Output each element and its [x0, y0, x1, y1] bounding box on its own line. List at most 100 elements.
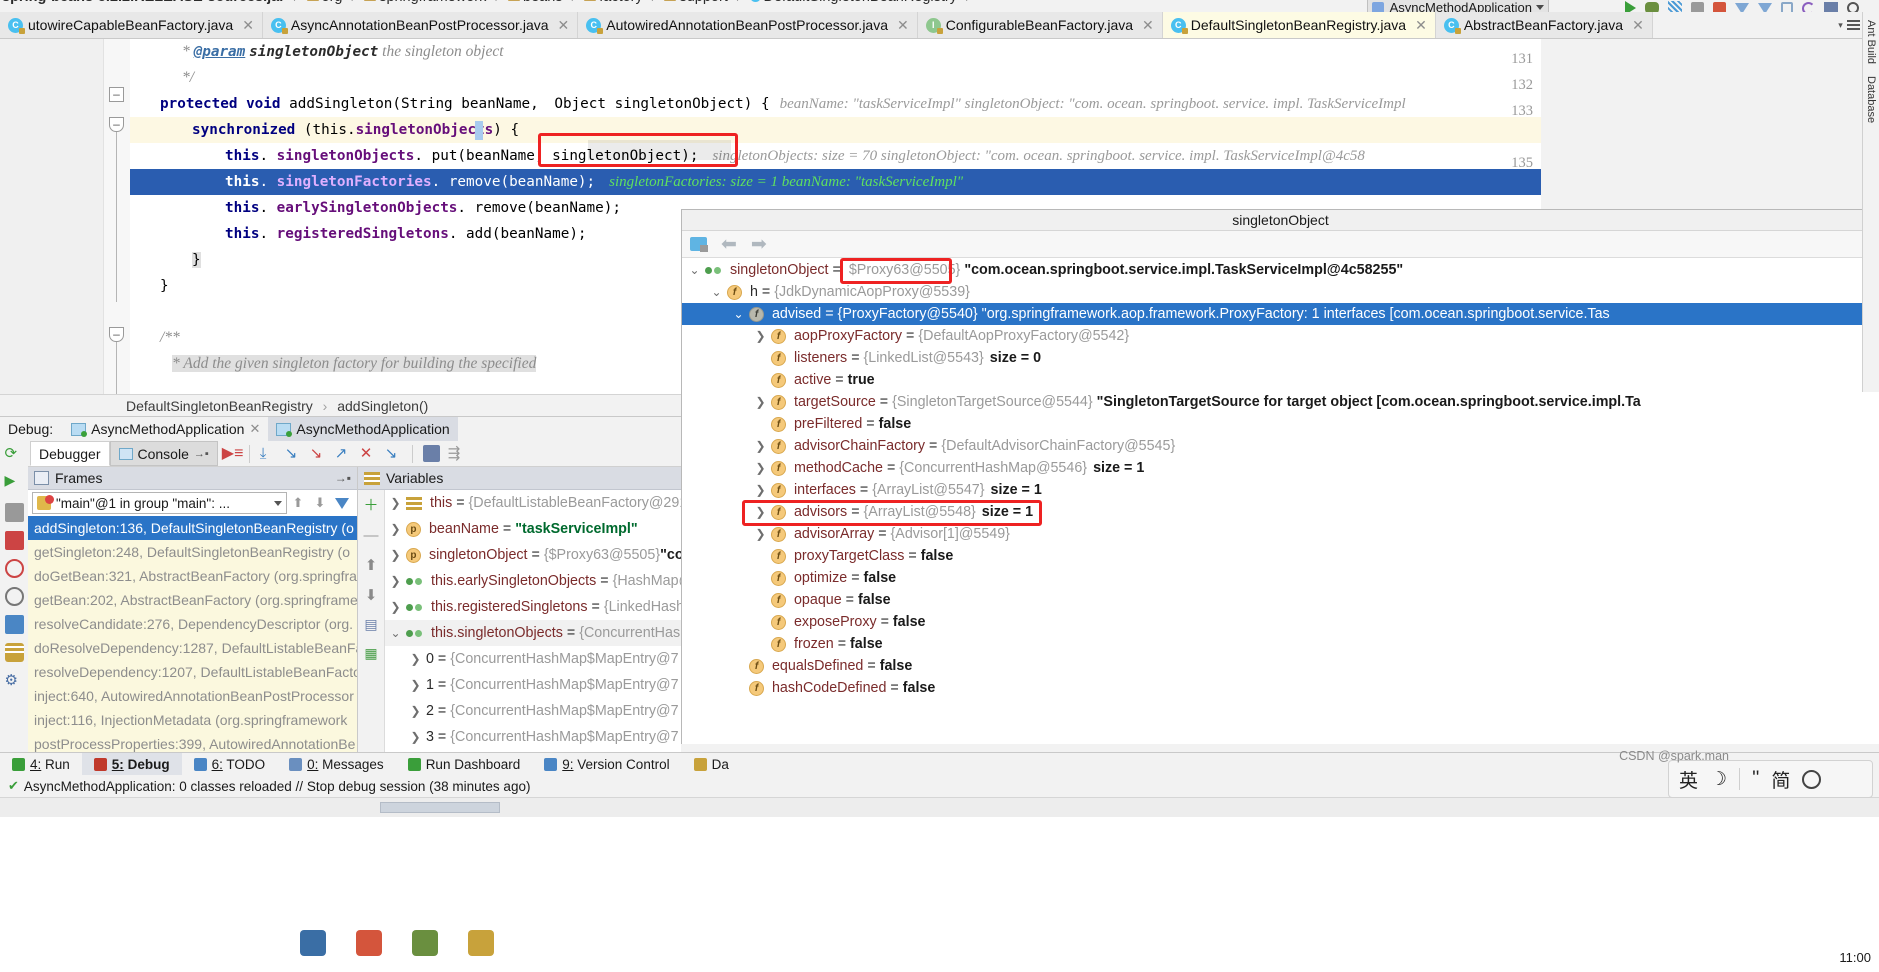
variable-row[interactable]: ❯ this.earlySingletonObjects = {HashMap@…: [385, 568, 681, 594]
variable-row[interactable]: ❯ 2 = {ConcurrentHashMap$MapEntry@7: [385, 698, 681, 724]
inspector-row-preFiltered[interactable]: f preFiltered = false: [682, 413, 1879, 435]
editor-tab-2[interactable]: C AutowiredAnnotationBeanPostProcessor.j…: [578, 12, 918, 38]
close-icon[interactable]: ✕: [1415, 17, 1427, 34]
breadcrumb-seg-class[interactable]: DefaultSingletonBeanRegistry: [764, 0, 957, 4]
close-icon[interactable]: ✕: [897, 17, 909, 34]
variable-row[interactable]: ❯ p singletonObject = {$Proxy63@5505}"co…: [385, 542, 681, 568]
twisty-collapsed-icon[interactable]: ❯: [409, 646, 422, 672]
fold-marker[interactable]: –: [109, 327, 124, 342]
close-icon[interactable]: ✕: [249, 421, 260, 437]
inspector-row-advisorArray[interactable]: ❯ f advisorArray = {Advisor[1]@5549}: [682, 523, 1879, 545]
tool-button-messages[interactable]: 0: Messages: [277, 753, 396, 776]
inspector-tree[interactable]: ⌄ singletonObject = $Proxy63@5505} "com.o…: [682, 258, 1879, 744]
frame-down-icon[interactable]: ⬇: [312, 495, 328, 511]
inspector-row-opaque[interactable]: f opaque = false: [682, 589, 1879, 611]
step-into-icon[interactable]: ↘: [285, 445, 302, 462]
twisty-collapsed-icon[interactable]: ❯: [754, 479, 767, 501]
twisty-collapsed-icon[interactable]: ❯: [389, 568, 402, 594]
tool-button-todo[interactable]: 6: TODO: [182, 753, 278, 776]
variable-row[interactable]: ❯ this.registeredSingletons = {LinkedHas…: [385, 594, 681, 620]
ime-simplified[interactable]: 简: [1771, 766, 1790, 793]
frame-row[interactable]: getBean:202, AbstractBeanFactory (org.sp…: [28, 588, 357, 612]
twisty-collapsed-icon[interactable]: ❯: [389, 516, 402, 542]
fold-marker[interactable]: –: [109, 87, 124, 102]
ime-moon-icon[interactable]: ☽: [1710, 768, 1727, 791]
twisty-expanded-icon[interactable]: ⌄: [688, 259, 701, 281]
tab-debugger[interactable]: Debugger: [30, 441, 110, 466]
breadcrumb-method[interactable]: addSingleton(): [337, 398, 428, 414]
inspector-row-targetSource[interactable]: ❯ f targetSource = {SingletonTargetSourc…: [682, 391, 1879, 413]
inspector-row-listeners[interactable]: f listeners = {LinkedList@5543} size = 0: [682, 347, 1879, 369]
inspector-row-advised[interactable]: ⌄ f advised = {ProxyFactory@5540} "org.sp…: [682, 303, 1879, 325]
evaluate-expression-icon[interactable]: [422, 445, 440, 462]
tool-button-run-dashboard[interactable]: Run Dashboard: [396, 753, 533, 776]
breadcrumb-class[interactable]: DefaultSingletonBeanRegistry: [126, 398, 313, 414]
mute-breakpoints-icon[interactable]: [4, 587, 24, 606]
stop-icon[interactable]: [4, 531, 24, 550]
inspector-row-frozen[interactable]: f frozen = false: [682, 633, 1879, 655]
ime-language[interactable]: 英: [1679, 766, 1698, 793]
twisty-collapsed-icon[interactable]: ❯: [409, 724, 422, 750]
inspector-row-active[interactable]: f active = true: [682, 369, 1879, 391]
breadcrumb-seg-org[interactable]: org: [322, 0, 343, 4]
frame-up-icon[interactable]: ⬆: [290, 495, 306, 511]
twisty-collapsed-icon[interactable]: ❯: [409, 698, 422, 724]
tool-button-database[interactable]: Da: [682, 753, 741, 776]
variable-row[interactable]: ⌄ this.singletonObjects = {ConcurrentHas…: [385, 620, 681, 646]
step-out-icon[interactable]: ↗: [335, 445, 352, 462]
frame-row[interactable]: doGetBean:321, AbstractBeanFactory (org.…: [28, 564, 357, 588]
variable-list[interactable]: ❯ this = {DefaultListableBeanFactory@291…: [385, 490, 681, 752]
frame-row[interactable]: doResolveDependency:1287, DefaultListabl…: [28, 636, 357, 660]
twisty-collapsed-icon[interactable]: ❯: [389, 594, 402, 620]
twisty-collapsed-icon[interactable]: ❯: [754, 523, 767, 545]
move-up-icon[interactable]: ⬆: [365, 556, 378, 574]
twisty-collapsed-icon[interactable]: ❯: [754, 435, 767, 457]
pause-icon[interactable]: [4, 503, 24, 522]
gear-icon[interactable]: [1802, 769, 1822, 789]
close-icon[interactable]: ✕: [1142, 17, 1154, 34]
inspector-row-proxyTargetClass[interactable]: f proxyTargetClass = false: [682, 545, 1879, 567]
breadcrumb-jar[interactable]: spring-beans-5.2.2.RELEASE-sources.jar: [2, 0, 285, 4]
inspect-icon[interactable]: ▦: [364, 645, 377, 662]
layout-icon[interactable]: [4, 643, 24, 662]
force-step-into-icon[interactable]: ↘: [310, 445, 327, 462]
frame-row[interactable]: resolveDependency:1207, DefaultListableB…: [28, 660, 357, 684]
inspector-row-interfaces[interactable]: ❯ f interfaces = {ArrayList@5547} size = …: [682, 479, 1879, 501]
tab-console[interactable]: Console →▪: [109, 441, 218, 466]
frame-row[interactable]: getSingleton:248, DefaultSingletonBeanRe…: [28, 540, 357, 564]
close-icon[interactable]: ✕: [1632, 17, 1644, 34]
frame-row[interactable]: addSingleton:136, DefaultSingletonBeanRe…: [28, 516, 357, 540]
editor-tab-1[interactable]: C AsyncAnnotationBeanPostProcessor.java …: [262, 12, 579, 38]
variable-row[interactable]: ❯ this = {DefaultListableBeanFactory@291…: [385, 490, 681, 516]
show-execution-point-icon[interactable]: ▶≡: [222, 445, 244, 462]
editor-tab-3[interactable]: I ConfigurableBeanFactory.java ✕: [917, 12, 1163, 38]
breadcrumb-seg-springframework[interactable]: springframework: [379, 0, 486, 4]
variable-row[interactable]: ❯ 0 = {ConcurrentHashMap$MapEntry@7: [385, 646, 681, 672]
close-icon[interactable]: ✕: [558, 17, 570, 34]
taskbar-icon-4[interactable]: [468, 930, 494, 956]
twisty-collapsed-icon[interactable]: ❯: [754, 391, 767, 413]
inspector-row-advisors[interactable]: ❯ f advisors = {ArrayList@5548} size = 1: [682, 501, 1879, 523]
rail-item-ant-build[interactable]: Ant Build: [1865, 20, 1877, 64]
editor-gutter[interactable]: [0, 39, 104, 394]
frame-row[interactable]: inject:116, InjectionMetadata (org.sprin…: [28, 708, 357, 732]
inspector-row-methodCache[interactable]: ❯ f methodCache = {ConcurrentHashMap@554…: [682, 457, 1879, 479]
twisty-collapsed-icon[interactable]: ❯: [754, 325, 767, 347]
frame-row[interactable]: inject:640, AutowiredAnnotationBeanPostP…: [28, 684, 357, 708]
thread-selector[interactable]: "main"@1 in group "main": ...: [32, 492, 287, 514]
view-breakpoints-icon[interactable]: [4, 559, 24, 578]
frame-row[interactable]: postProcessProperties:399, AutowiredAnno…: [28, 732, 357, 752]
variable-row[interactable]: ❯ 3 = {ConcurrentHashMap$MapEntry@7: [385, 724, 681, 750]
inspector-row-singletonObject[interactable]: ⌄ singletonObject = $Proxy63@5505} "com.o…: [682, 259, 1879, 281]
twisty-collapsed-icon[interactable]: ❯: [389, 542, 402, 568]
add-watch-icon[interactable]: ＋: [363, 494, 378, 515]
back-arrow-icon[interactable]: ⬅: [721, 235, 737, 254]
run-to-cursor-icon[interactable]: ↘: [385, 445, 402, 462]
editor-tab-0[interactable]: C utowireCapableBeanFactory.java ✕: [0, 12, 263, 38]
drop-frame-icon[interactable]: ✕: [360, 445, 377, 462]
close-icon[interactable]: ✕: [242, 17, 254, 34]
variable-row[interactable]: ❯ p beanName = "taskServiceImpl": [385, 516, 681, 542]
twisty-expanded-icon[interactable]: ⌄: [389, 620, 402, 646]
move-down-icon[interactable]: ⬇: [365, 586, 378, 604]
taskbar-icon-1[interactable]: [300, 930, 326, 956]
